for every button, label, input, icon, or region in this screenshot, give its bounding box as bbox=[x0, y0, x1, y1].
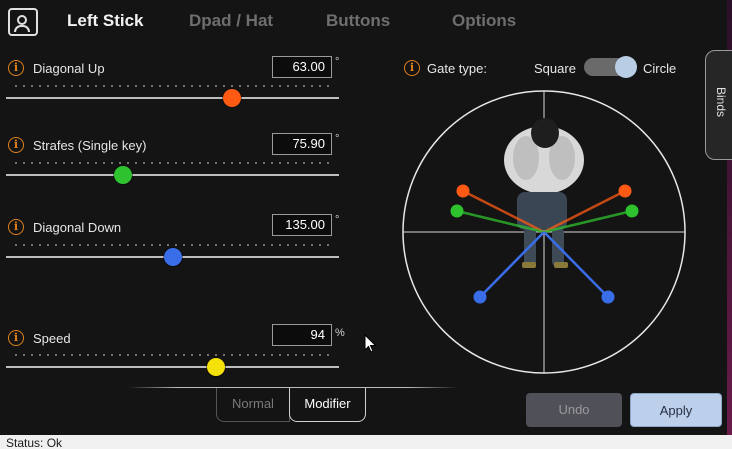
slider-ticks bbox=[12, 354, 334, 356]
diagonal-up-input[interactable]: 63.00 bbox=[272, 56, 332, 78]
strafes-input[interactable]: 75.90 bbox=[272, 133, 332, 155]
unit-label: ° bbox=[335, 133, 340, 145]
info-icon[interactable]: i bbox=[8, 219, 24, 235]
tab-buttons[interactable]: Buttons bbox=[326, 11, 390, 31]
binds-side-tab[interactable]: Binds bbox=[705, 50, 732, 160]
mode-tab-normal[interactable]: Normal bbox=[216, 388, 290, 422]
slider-label: Speed bbox=[33, 331, 71, 346]
diagonal-down-left-dot bbox=[473, 290, 487, 304]
player-figure-image bbox=[504, 118, 584, 268]
gate-option-square[interactable]: Square bbox=[534, 61, 576, 76]
strafe-right-dot bbox=[625, 204, 639, 218]
slider-track[interactable] bbox=[6, 366, 339, 368]
status-bar: Status: Ok bbox=[0, 435, 732, 449]
gate-option-circle[interactable]: Circle bbox=[643, 61, 676, 76]
undo-button[interactable]: Undo bbox=[526, 393, 622, 427]
status-text: Status: Ok bbox=[6, 436, 63, 449]
direction-lines bbox=[450, 184, 639, 304]
slider-ticks bbox=[12, 244, 334, 246]
slider-thumb[interactable] bbox=[113, 166, 132, 184]
mouse-cursor-icon bbox=[364, 334, 377, 353]
tab-dpad-hat[interactable]: Dpad / Hat bbox=[189, 11, 273, 31]
slider-ticks bbox=[12, 85, 334, 87]
app-user-icon[interactable] bbox=[8, 8, 38, 36]
apply-button[interactable]: Apply bbox=[630, 393, 722, 427]
binds-tab-label: Binds bbox=[714, 87, 728, 118]
slider-label: Strafes (Single key) bbox=[33, 138, 147, 153]
info-icon[interactable]: i bbox=[8, 137, 24, 153]
slider-label: Diagonal Up bbox=[33, 61, 105, 76]
gate-type-toggle[interactable] bbox=[584, 56, 637, 78]
tab-left-stick[interactable]: Left Stick bbox=[67, 11, 144, 31]
info-icon[interactable]: i bbox=[8, 60, 24, 76]
diagonal-down-right-dot bbox=[601, 290, 615, 304]
unit-label: % bbox=[335, 327, 345, 339]
slider-thumb[interactable] bbox=[163, 248, 182, 266]
diagonal-up-left-dot bbox=[456, 184, 470, 198]
header: Left Stick Dpad / Hat Buttons Options bbox=[0, 0, 706, 44]
toggle-knob bbox=[615, 56, 637, 78]
strafe-left-dot bbox=[450, 204, 464, 218]
slider-thumb[interactable] bbox=[223, 89, 242, 107]
slider-track[interactable] bbox=[6, 174, 339, 176]
info-icon[interactable]: i bbox=[8, 330, 24, 346]
unit-label: ° bbox=[335, 56, 340, 68]
info-icon[interactable]: i bbox=[404, 60, 420, 76]
slider-thumb[interactable] bbox=[206, 358, 225, 376]
mode-tab-modifier[interactable]: Modifier bbox=[289, 388, 366, 422]
unit-label: ° bbox=[335, 214, 340, 226]
slider-track[interactable] bbox=[6, 97, 339, 99]
diagonal-up-right-dot bbox=[618, 184, 632, 198]
slider-ticks bbox=[12, 162, 334, 164]
slider-label: Diagonal Down bbox=[33, 220, 122, 235]
speed-input[interactable]: 94 bbox=[272, 324, 332, 346]
gate-type-label: Gate type: bbox=[427, 61, 487, 76]
tab-options[interactable]: Options bbox=[452, 11, 516, 31]
diagonal-down-input[interactable]: 135.00 bbox=[272, 214, 332, 236]
gate-circle bbox=[402, 90, 686, 374]
